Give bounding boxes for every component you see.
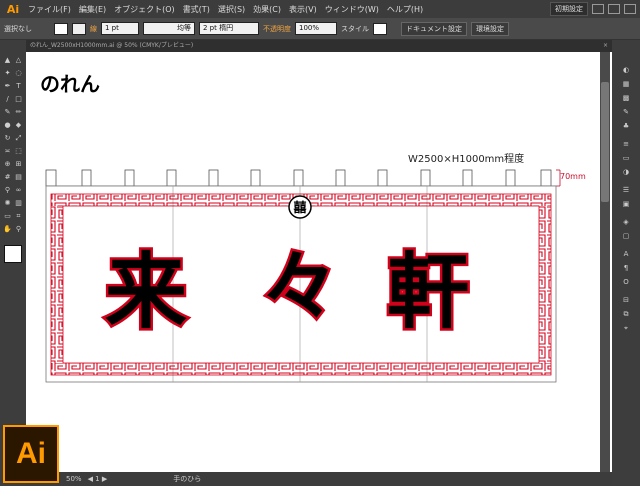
graphic-style-swatch[interactable] (373, 22, 387, 35)
menu-object[interactable]: オブジェクト(O) (110, 4, 179, 15)
menu-window[interactable]: ウィンドウ(W) (321, 4, 383, 15)
gradient-icon[interactable]: ▤ (14, 173, 23, 182)
direct-selection-icon[interactable]: △ (14, 56, 23, 65)
close-window-icon[interactable] (624, 4, 636, 14)
illustrator-logo: Ai (3, 425, 59, 483)
character-icon[interactable]: A (621, 250, 631, 258)
brush-definition[interactable]: 2 pt 楕円 (199, 22, 259, 35)
menu-file[interactable]: ファイル(F) (24, 4, 75, 15)
stroke-swatch[interactable] (72, 22, 86, 35)
selection-status: 選択なし (4, 24, 32, 33)
document-setup-button[interactable]: ドキュメント設定 (401, 21, 467, 36)
menu-view[interactable]: 表示(V) (285, 4, 321, 15)
document-tab[interactable]: のれん_W2500xH1000mm.ai @ 50% (CMYK/プレビュー) … (26, 40, 612, 52)
graph-icon[interactable]: ▥ (14, 199, 23, 208)
paintbrush-icon[interactable]: ✎ (3, 108, 12, 117)
paragraph-icon[interactable]: ¶ (621, 264, 631, 272)
style-label: スタイル (341, 24, 369, 33)
emblem-char: 囍 (293, 200, 306, 216)
pathfinder-icon[interactable]: ⧉ (621, 310, 631, 318)
panel-dock: ◐ ▦ ▩ ✎ ♣ ≡ ▭ ◑ ☰ ▣ ◈ ▢ A ¶ O ⊟ ⧉ ⌖ (612, 40, 640, 486)
line-icon[interactable]: / (3, 95, 12, 104)
transform-icon[interactable]: ⌖ (621, 324, 631, 332)
symbol-sprayer-icon[interactable]: ✺ (3, 199, 12, 208)
double-happiness-emblem: 囍 (288, 195, 312, 219)
align-icon[interactable]: ⊟ (621, 296, 631, 304)
hand-icon[interactable]: ✋ (3, 225, 12, 234)
fill-stroke-indicator[interactable] (4, 245, 22, 263)
pen-icon[interactable]: ✒ (3, 82, 12, 91)
rectangle-icon[interactable]: □ (14, 95, 23, 104)
noren-artwork: 囍 来 々 軒 (45, 169, 561, 383)
status-bar: 50% ◀ 1 ▶ 手のひら (26, 472, 612, 486)
menu-edit[interactable]: 編集(E) (75, 4, 110, 15)
perspective-grid-icon[interactable]: ⊞ (14, 160, 23, 169)
mesh-icon[interactable]: # (3, 173, 12, 182)
rotate-icon[interactable]: ↻ (3, 134, 12, 143)
vertical-scrollbar[interactable] (600, 52, 610, 472)
shop-char-3: 軒 (387, 244, 469, 340)
menubar-right: 初期設定 (550, 2, 640, 16)
opacity-label[interactable]: 不透明度 (263, 24, 291, 34)
graphic-styles-icon[interactable]: ▣ (621, 200, 631, 208)
gradient-panel-icon[interactable]: ▭ (621, 154, 631, 162)
menu-select[interactable]: 選択(S) (214, 4, 249, 15)
pencil-icon[interactable]: ✏ (14, 108, 23, 117)
close-tab-icon[interactable]: × (603, 40, 608, 52)
tools-panel: ▲ △ ✦ ◌ ✒ T / □ ✎ ✏ ● ◆ ↻ ⤢ ≍ ⬚ ⊕ ⊞ # ▤ … (0, 40, 26, 486)
stroke-label[interactable]: 線 (90, 24, 97, 34)
zoom-icon[interactable]: ⚲ (14, 225, 23, 234)
shop-char-1: 来 (105, 244, 187, 340)
brushes-icon[interactable]: ✎ (621, 108, 631, 116)
scale-icon[interactable]: ⤢ (14, 134, 23, 143)
workspace-switcher[interactable]: 初期設定 (550, 2, 588, 16)
minimize-icon[interactable] (592, 4, 604, 14)
artboard-canvas[interactable]: のれん W2500×H1000mm程度 70mm 囍 来 々 軒 (26, 52, 612, 472)
selection-arrow-icon[interactable]: ▲ (3, 56, 12, 65)
magic-wand-icon[interactable]: ✦ (3, 69, 12, 78)
scrollbar-thumb[interactable] (601, 82, 609, 202)
stroke-weight-field[interactable]: 1 pt (101, 22, 139, 35)
fill-swatch[interactable] (54, 22, 68, 35)
type-icon[interactable]: T (14, 82, 23, 91)
stroke-icon[interactable]: ≡ (621, 140, 631, 148)
dimension-bracket (556, 169, 561, 187)
transparency-icon[interactable]: ◑ (621, 168, 631, 176)
appearance-icon[interactable]: ☰ (621, 186, 631, 194)
lasso-icon[interactable]: ◌ (14, 69, 23, 78)
shop-name: 来 々 軒 (102, 240, 471, 343)
eraser-icon[interactable]: ◆ (14, 121, 23, 130)
menu-type[interactable]: 書式(T) (179, 4, 214, 15)
opacity-field[interactable]: 100% (295, 22, 337, 35)
menu-effect[interactable]: 効果(C) (249, 4, 285, 15)
artboard-nav[interactable]: ◀ 1 ▶ (88, 475, 108, 483)
current-tool-name: 手のひら (173, 475, 202, 483)
swatches-icon[interactable]: ▩ (621, 94, 631, 102)
hanging-loops (45, 169, 556, 187)
free-transform-icon[interactable]: ⬚ (14, 147, 23, 156)
preferences-button[interactable]: 環境設定 (471, 21, 509, 36)
blend-icon[interactable]: ∞ (14, 186, 23, 195)
shape-builder-icon[interactable]: ⊕ (3, 160, 12, 169)
artboards-panel-icon[interactable]: ▢ (621, 232, 631, 240)
layers-icon[interactable]: ◈ (621, 218, 631, 226)
menu-bar: Ai ファイル(F) 編集(E) オブジェクト(O) 書式(T) 選択(S) 効… (0, 0, 640, 18)
opentype-icon[interactable]: O (621, 278, 631, 286)
artboard-icon[interactable]: ▭ (3, 212, 12, 221)
symbols-icon[interactable]: ♣ (621, 122, 631, 130)
slice-icon[interactable]: ⌗ (14, 212, 23, 221)
menu-help[interactable]: ヘルプ(H) (383, 4, 427, 15)
variable-width-profile[interactable]: 均等 (143, 22, 195, 35)
blob-brush-icon[interactable]: ● (3, 121, 12, 130)
eyedropper-icon[interactable]: ⚲ (3, 186, 12, 195)
color-panel-icon[interactable]: ◐ (621, 66, 631, 74)
width-icon[interactable]: ≍ (3, 147, 12, 156)
app-logo: Ai (6, 2, 20, 16)
shop-char-2: 々 (261, 242, 339, 333)
zoom-level[interactable]: 50% (66, 475, 82, 483)
maximize-icon[interactable] (608, 4, 620, 14)
color-guide-icon[interactable]: ▦ (621, 80, 631, 88)
control-bar: 選択なし 線 1 pt 均等 2 pt 楕円 不透明度 100% スタイル ドキ… (0, 18, 640, 40)
document-tab-title: のれん_W2500xH1000mm.ai @ 50% (CMYK/プレビュー) (30, 42, 194, 49)
